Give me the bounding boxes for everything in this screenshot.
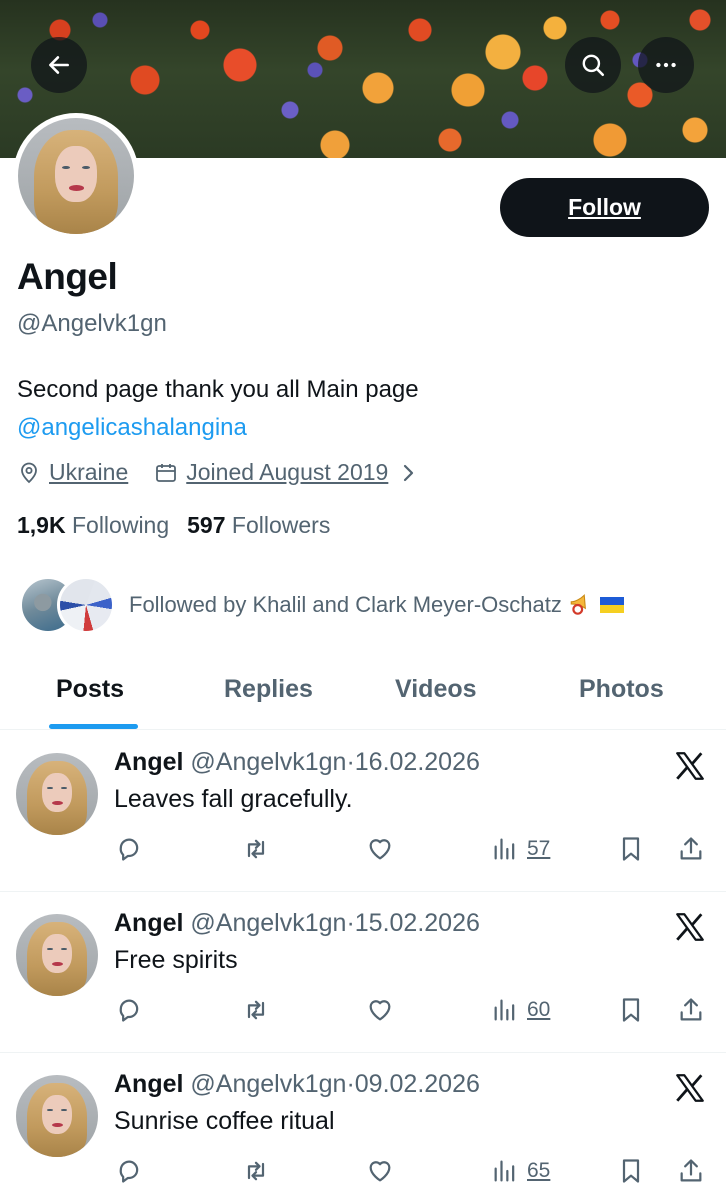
views-icon	[491, 1157, 519, 1185]
tweet[interactable]: Angel @Angelvk1gn·15.02.2026 Free spirit…	[0, 892, 726, 1053]
retweet-button[interactable]	[242, 834, 270, 864]
joined-text: Joined August 2019	[186, 459, 389, 485]
reply-icon	[115, 996, 143, 1024]
location-item[interactable]: Ukraine	[17, 459, 128, 486]
profile-name: Angel	[17, 256, 118, 297]
retweet-button[interactable]	[242, 1156, 270, 1186]
tab-posts[interactable]: Posts	[56, 675, 124, 704]
back-button[interactable]	[31, 37, 87, 93]
profile-handle: @Angelvk1gn	[17, 310, 167, 337]
like-button[interactable]	[366, 834, 394, 864]
reply-icon	[115, 835, 143, 863]
tab-replies[interactable]: Replies	[224, 675, 313, 704]
post-horn-icon	[570, 594, 586, 615]
views-button[interactable]: 65	[491, 1156, 550, 1186]
joined-item[interactable]: Joined August 2019	[154, 459, 420, 486]
followers-stat[interactable]: 597 Followers	[187, 512, 330, 539]
bio-text: Second page thank you all Main page	[17, 376, 419, 403]
calendar-icon	[156, 463, 177, 482]
tab-photos[interactable]: Photos	[579, 675, 664, 704]
chevron-right-icon	[404, 464, 414, 481]
bookmark-icon	[617, 996, 645, 1024]
tweet[interactable]: Angel @Angelvk1gn·16.02.2026 Leaves fall…	[0, 731, 726, 892]
following-stat[interactable]: 1,9K Following	[17, 512, 169, 539]
tweet-avatar[interactable]	[16, 1075, 98, 1157]
share-icon	[677, 996, 705, 1024]
views-button[interactable]: 57	[491, 834, 550, 864]
x-logo-icon	[673, 910, 707, 944]
active-tab-indicator	[49, 724, 138, 729]
arrow-left-icon	[49, 56, 69, 74]
profile-tabs: Posts Replies Videos Photos	[0, 650, 726, 730]
views-icon	[491, 996, 519, 1024]
retweet-button[interactable]	[242, 995, 270, 1025]
bio-link[interactable]: @angelicashalangina	[17, 409, 707, 447]
share-icon	[677, 835, 705, 863]
profile-bio: Second page thank you all Main page @ang…	[17, 371, 707, 447]
reply-button[interactable]	[115, 834, 143, 864]
search-icon	[582, 54, 605, 77]
bookmark-button[interactable]	[617, 1156, 645, 1186]
search-button[interactable]	[565, 37, 621, 93]
tweet-header: Angel @Angelvk1gn·16.02.2026	[114, 748, 480, 776]
retweet-icon	[242, 1157, 270, 1185]
location-pin-icon	[21, 462, 37, 483]
x-logo-icon	[673, 749, 707, 783]
tab-videos[interactable]: Videos	[395, 675, 477, 704]
x-logo-icon	[673, 1071, 707, 1105]
tweet-header: Angel @Angelvk1gn·09.02.2026	[114, 1070, 480, 1098]
tweet[interactable]: Angel @Angelvk1gn·09.02.2026 Sunrise cof…	[0, 1053, 726, 1200]
follow-button[interactable]: Follow	[500, 178, 709, 237]
share-icon	[677, 1157, 705, 1185]
followed-by-row[interactable]: Followed by Khalil and Clark Meyer-Oscha…	[19, 576, 624, 634]
tweet-text: Free spirits	[114, 946, 238, 974]
tweet-avatar[interactable]	[16, 914, 98, 996]
bookmark-icon	[617, 1157, 645, 1185]
like-button[interactable]	[366, 1156, 394, 1186]
bookmark-button[interactable]	[617, 995, 645, 1025]
followed-by-text: Followed by Khalil and Clark Meyer-Oscha…	[129, 592, 624, 618]
tweet-text: Sunrise coffee ritual	[114, 1107, 335, 1135]
reply-button[interactable]	[115, 995, 143, 1025]
bookmark-icon	[617, 835, 645, 863]
retweet-icon	[242, 835, 270, 863]
follower-avatar	[57, 576, 115, 634]
more-button[interactable]	[638, 37, 694, 93]
avatar-image	[18, 118, 134, 234]
bookmark-button[interactable]	[617, 834, 645, 864]
like-button[interactable]	[366, 995, 394, 1025]
heart-icon	[366, 835, 394, 863]
reply-button[interactable]	[115, 1156, 143, 1186]
ukraine-flag-icon	[599, 597, 624, 613]
heart-icon	[366, 996, 394, 1024]
reply-icon	[115, 1157, 143, 1185]
share-button[interactable]	[677, 995, 705, 1025]
tweet-text: Leaves fall gracefully.	[114, 785, 353, 813]
more-horizontal-icon	[656, 62, 676, 68]
retweet-icon	[242, 996, 270, 1024]
profile-avatar[interactable]	[13, 113, 139, 239]
tweet-header: Angel @Angelvk1gn·15.02.2026	[114, 909, 480, 937]
views-button[interactable]: 60	[491, 995, 550, 1025]
profile-meta: Ukraine Joined August 2019	[17, 459, 420, 486]
share-button[interactable]	[677, 1156, 705, 1186]
views-icon	[491, 835, 519, 863]
heart-icon	[366, 1157, 394, 1185]
tweet-avatar[interactable]	[16, 753, 98, 835]
share-button[interactable]	[677, 834, 705, 864]
location-text: Ukraine	[49, 459, 129, 485]
profile-stats: 1,9K Following 597 Followers	[17, 512, 330, 539]
